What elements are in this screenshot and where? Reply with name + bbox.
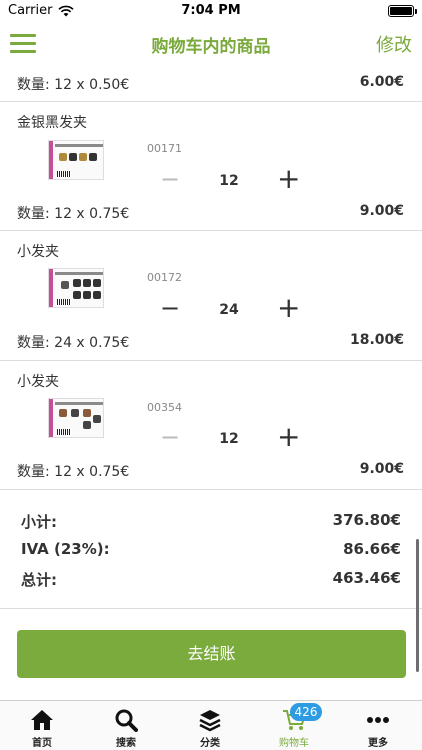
increase-quantity-button[interactable]: +: [277, 294, 300, 322]
edit-button[interactable]: 修改: [376, 31, 412, 57]
cart-count-badge: 426: [290, 703, 322, 721]
cart-list[interactable]: 数量: 12 x 0.50€ 6.00€ 金银黑发夹 00171 − 12 + …: [0, 64, 422, 700]
quantity-value: 12: [219, 173, 239, 189]
product-code: 00171: [147, 142, 182, 155]
tab-label: 分类: [200, 738, 220, 749]
tax-label: IVA (23%):: [21, 540, 110, 558]
tab-categories[interactable]: 分类: [168, 701, 252, 750]
more-icon: [367, 717, 389, 723]
decrease-quantity-button[interactable]: −: [160, 425, 180, 449]
total-value: 463.46€: [332, 569, 401, 587]
decrease-quantity-button[interactable]: −: [160, 167, 180, 191]
quantity-text: 数量: 12 x 0.50€: [17, 77, 130, 93]
tab-label: 搜索: [116, 738, 136, 749]
decrease-quantity-button[interactable]: −: [160, 296, 180, 320]
divider: [0, 489, 422, 490]
line-amount: 18.00€: [349, 332, 404, 348]
line-amount: 9.00€: [359, 461, 404, 477]
checkout-button[interactable]: 去结账: [17, 630, 406, 678]
divider: [0, 101, 422, 102]
line-amount: 9.00€: [359, 203, 404, 219]
subtotal-label: 小计:: [21, 513, 57, 531]
divider: [0, 230, 422, 231]
tab-home[interactable]: 首页: [0, 701, 84, 750]
layers-icon: [199, 710, 221, 732]
increase-quantity-button[interactable]: +: [277, 165, 300, 193]
item-name: 小发夹: [17, 374, 59, 390]
total-label: 总计:: [21, 571, 57, 589]
scrollbar[interactable]: [416, 539, 419, 672]
product-thumbnail[interactable]: [48, 140, 104, 180]
divider: [0, 608, 422, 609]
line-amount: 6.00€: [359, 74, 404, 90]
tab-more[interactable]: 更多: [336, 701, 420, 750]
page-title: 购物车内的商品: [151, 37, 271, 57]
home-icon: [31, 710, 53, 730]
tab-cart[interactable]: 426 购物车: [252, 701, 336, 750]
quantity-text: 数量: 12 x 0.75€: [17, 206, 130, 222]
tab-label: 首页: [32, 738, 52, 749]
quantity-value: 12: [219, 431, 239, 447]
product-code: 00354: [147, 401, 182, 414]
item-name: 金银黑发夹: [17, 115, 87, 131]
quantity-text: 数量: 24 x 0.75€: [17, 335, 130, 351]
status-bar: Carrier 7:04 PM: [0, 0, 422, 22]
subtotal-value: 376.80€: [332, 511, 401, 529]
nav-bar: 购物车内的商品 修改: [0, 22, 422, 64]
product-code: 00172: [147, 271, 182, 284]
tab-label: 更多: [368, 738, 388, 749]
divider: [0, 360, 422, 361]
quantity-value: 24: [219, 302, 239, 318]
quantity-text: 数量: 12 x 0.75€: [17, 464, 130, 480]
tab-bar: 首页 搜索 分类 426 购物车 更多: [0, 700, 422, 750]
tab-search[interactable]: 搜索: [84, 701, 168, 750]
increase-quantity-button[interactable]: +: [277, 423, 300, 451]
tax-value: 86.66€: [343, 540, 401, 558]
item-name: 小发夹: [17, 244, 59, 260]
product-thumbnail[interactable]: [48, 268, 104, 308]
product-thumbnail[interactable]: [48, 398, 104, 438]
status-time: 7:04 PM: [181, 3, 241, 18]
battery-icon: [388, 5, 417, 17]
tab-label: 购物车: [279, 738, 309, 749]
search-icon: [115, 709, 138, 732]
